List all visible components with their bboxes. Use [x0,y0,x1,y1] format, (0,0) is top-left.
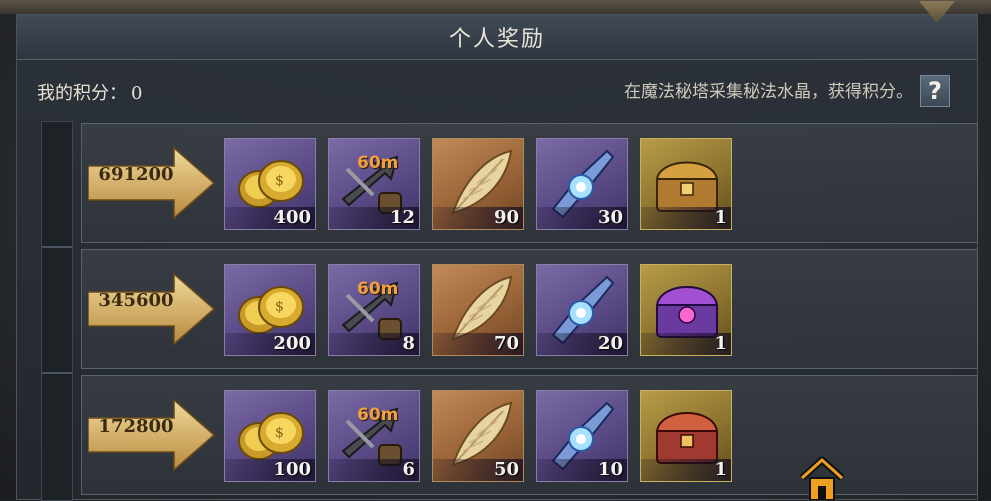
reward-slot[interactable]: $400 [224,138,316,230]
my-score: 我的积分： 0 [37,79,142,105]
reward-quantity: 6 [402,459,415,480]
reward-slot[interactable]: 60m 8 [328,264,420,356]
duration-label: 60m [357,405,399,425]
panel-title: 个人奖励 [448,27,545,52]
reward-quantity: 8 [402,333,415,354]
reward-quantity: 10 [597,459,623,480]
reward-quantity: 70 [493,333,519,354]
reward-slot[interactable]: 10 [536,390,628,482]
reward-tier-2: 345600 $200 60m 8 70 20 1 [81,249,978,369]
reward-slot[interactable]: 30 [536,138,628,230]
reward-quantity: 400 [273,207,311,228]
personal-reward-panel: 个人奖励 我的积分： 0 在魔法秘塔采集秘法水晶，获得积分。 ? 691200 $4… [16,1,978,501]
reward-quantity: 30 [597,207,623,228]
svg-text:$: $ [275,173,284,189]
reward-quantity: 90 [493,207,519,228]
reward-quantity: 200 [273,333,311,354]
reward-quantity: 20 [597,333,623,354]
reward-slot[interactable]: $100 [224,390,316,482]
reward-quantity: 50 [493,459,519,480]
rail-divider [42,246,72,248]
tier-threshold: 691200 [98,164,174,185]
reward-slot[interactable]: 20 [536,264,628,356]
reward-quantity: 1 [714,207,727,228]
backdrop [0,0,991,14]
reward-quantity: 1 [714,459,727,480]
reward-slot[interactable]: 70 [432,264,524,356]
reward-slot[interactable]: 50 [432,390,524,482]
reward-slot[interactable]: 1 [640,264,732,356]
reward-slot[interactable]: 90 [432,138,524,230]
reward-tier-1: 691200 $400 60m 12 90 30 1 [81,123,978,243]
tier-threshold: 172800 [98,416,174,437]
score-hint-text: 在魔法秘塔采集秘法水晶，获得积分。 [624,82,913,102]
tier-threshold: 345600 [98,290,174,311]
reward-slot[interactable]: $200 [224,264,316,356]
duration-label: 60m [357,279,399,299]
reward-quantity: 100 [273,459,311,480]
duration-label: 60m [357,153,399,173]
reward-quantity: 1 [714,333,727,354]
help-button[interactable]: ? [920,75,950,107]
svg-text:$: $ [275,299,284,315]
rail-divider [42,372,72,374]
reward-quantity: 12 [389,207,415,228]
home-icon[interactable] [796,452,848,500]
reward-slot[interactable]: 1 [640,390,732,482]
reward-slot[interactable]: 1 [640,138,732,230]
reward-slot[interactable]: 60m 6 [328,390,420,482]
progress-rail [41,121,73,501]
svg-text:$: $ [275,425,284,441]
score-label: 我的积分： [37,83,127,104]
reward-slot[interactable]: 60m 12 [328,138,420,230]
panel-title-bar: 个人奖励 [17,1,977,60]
score-value: 0 [131,83,143,104]
